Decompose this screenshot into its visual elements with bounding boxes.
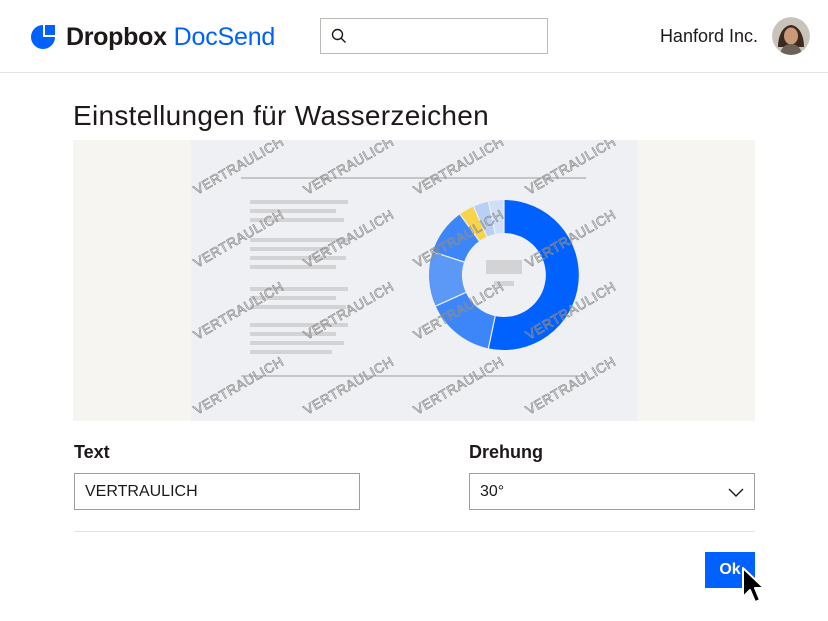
avatar[interactable]: [772, 17, 810, 55]
chevron-down-icon: [728, 488, 744, 497]
watermark-preview-canvas: VERTRAULICH VERTRAULICH VERTRAULICH VERTRAU…: [191, 140, 637, 421]
watermark-preview: VERTRAULICH VERTRAULICH VERTRAULICH VERTRAU…: [73, 140, 755, 421]
organization-name[interactable]: Hanford Inc.: [660, 26, 758, 47]
dropbox-docsend-logo-icon: [31, 25, 55, 49]
brand[interactable]: Dropbox DocSend: [30, 22, 275, 52]
search-input[interactable]: [320, 18, 548, 54]
rotation-select-value: 30°: [480, 483, 505, 500]
top-bar: Dropbox DocSend Hanford Inc.: [0, 0, 828, 73]
search-icon: [331, 28, 346, 43]
text-field-label: Text: [74, 442, 110, 462]
brand-product-name: DocSend: [173, 22, 276, 51]
user-photo-icon: [772, 17, 810, 55]
page-title: Einstellungen für Wasserzeichen: [73, 100, 490, 131]
rotation-field-label: Drehung: [469, 442, 543, 462]
mouse-pointer-icon: [742, 567, 765, 603]
watermark-text-field[interactable]: [74, 473, 360, 510]
brand-name: Dropbox: [66, 22, 167, 51]
form-divider: [74, 531, 755, 532]
rotation-select[interactable]: 30°: [469, 473, 755, 510]
